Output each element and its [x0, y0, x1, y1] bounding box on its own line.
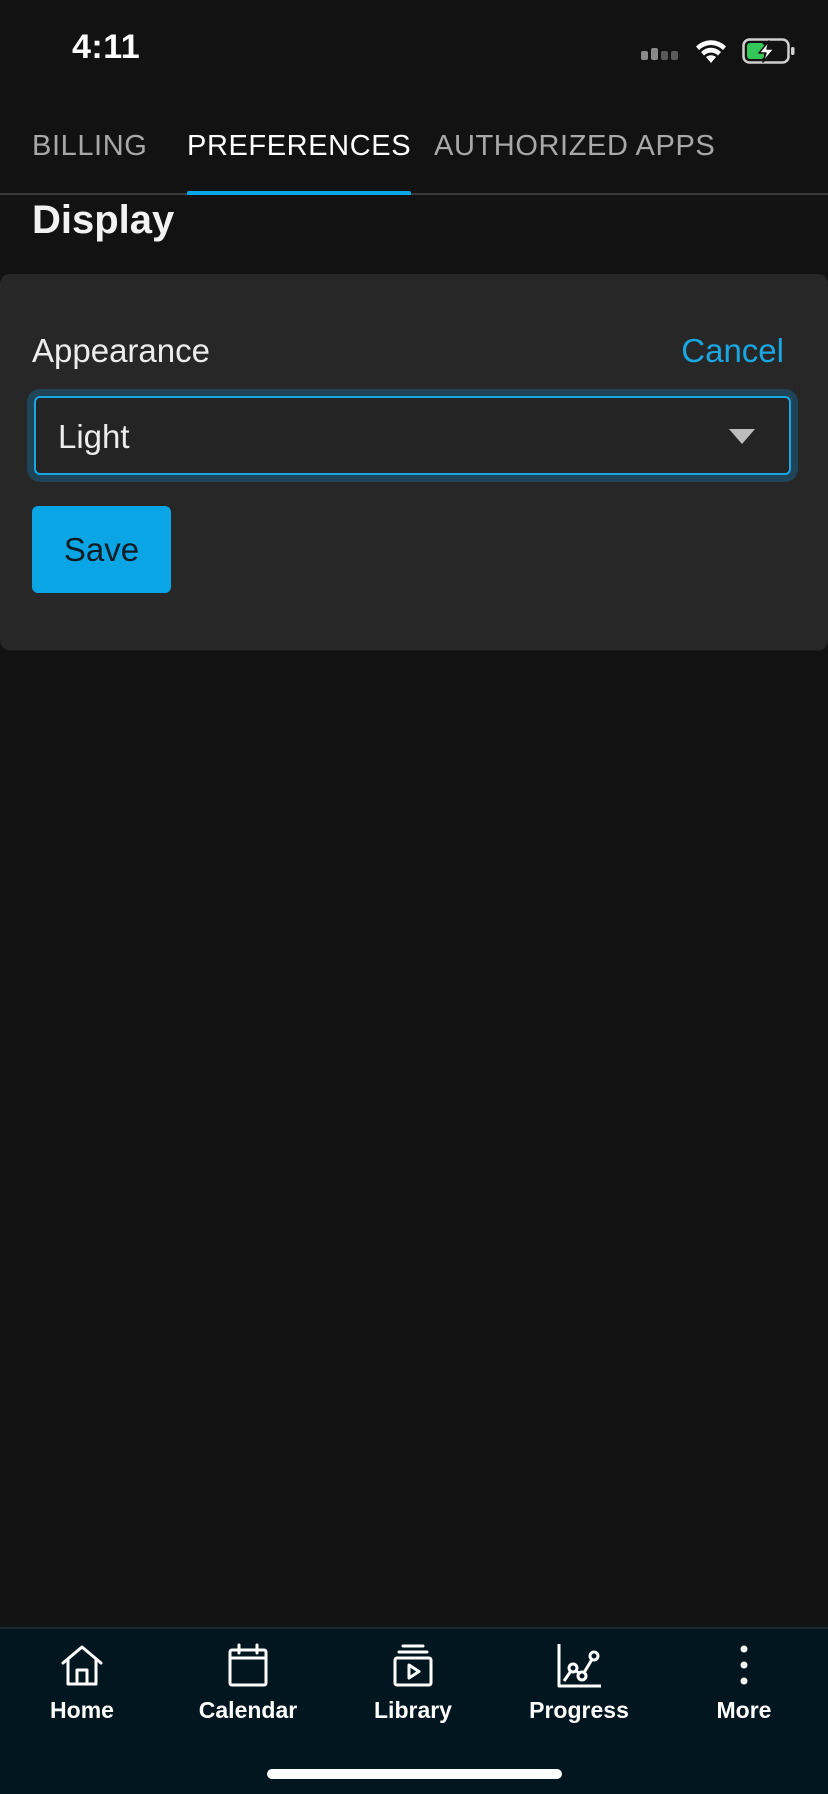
appearance-select[interactable]: Light — [34, 396, 791, 475]
status-icons — [640, 36, 796, 66]
tab-label: BILLING — [32, 130, 148, 162]
nav-item-library[interactable]: Library — [343, 1641, 483, 1741]
home-indicator[interactable] — [267, 1769, 562, 1779]
battery-charging-icon — [742, 38, 795, 64]
status-time: 4:11 — [72, 28, 141, 66]
tab-authorized-apps[interactable]: AUTHORIZED APPS — [434, 100, 715, 193]
tab-label: PREFERENCES — [187, 130, 412, 162]
more-icon — [740, 1645, 748, 1685]
progress-icon — [557, 1644, 601, 1688]
cellular-signal-icon — [641, 48, 678, 60]
tab-bar: BILLING PREFERENCES AUTHORIZED APPS — [0, 100, 828, 195]
status-bar: 4:11 — [0, 0, 828, 100]
nav-item-calendar[interactable]: Calendar — [178, 1641, 318, 1741]
appearance-card: Appearance Cancel Light Save — [0, 274, 828, 650]
nav-label: Home — [50, 1697, 114, 1723]
nav-item-progress[interactable]: Progress — [509, 1641, 649, 1741]
nav-label: Calendar — [198, 1697, 298, 1723]
section-title: Display — [32, 198, 175, 242]
bottom-nav: Home Calendar Library Progress More — [0, 1627, 828, 1794]
home-icon — [61, 1645, 103, 1686]
save-button[interactable]: Save — [32, 506, 171, 593]
nav-item-more[interactable]: More — [674, 1641, 814, 1741]
nav-label: Progress — [529, 1697, 629, 1723]
nav-item-home[interactable]: Home — [12, 1641, 152, 1741]
active-tab-indicator — [187, 191, 412, 195]
wifi-icon — [696, 40, 726, 63]
nav-label: More — [716, 1697, 772, 1723]
appearance-label: Appearance — [32, 332, 210, 369]
nav-label: Library — [374, 1697, 452, 1723]
tab-label: AUTHORIZED APPS — [434, 130, 716, 162]
caret-down-icon — [729, 429, 755, 444]
appearance-select-value: Light — [58, 418, 130, 455]
cancel-button[interactable]: Cancel — [681, 332, 784, 370]
tab-billing[interactable]: BILLING — [32, 100, 147, 193]
library-icon — [393, 1644, 433, 1687]
calendar-icon — [228, 1643, 268, 1687]
tab-preferences[interactable]: PREFERENCES — [187, 100, 412, 195]
